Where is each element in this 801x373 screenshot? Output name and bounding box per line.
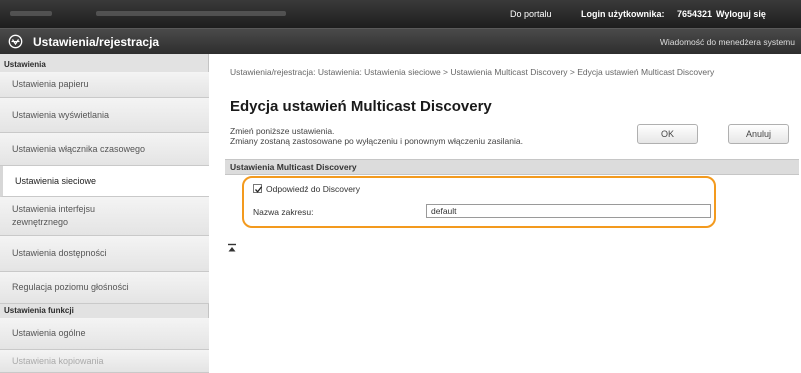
settings-registration-icon [8, 34, 23, 49]
logout-link[interactable]: Wyloguj się [716, 9, 766, 19]
description-line-1: Zmień poniższe ustawienia. [230, 126, 335, 136]
cancel-button[interactable]: Anuluj [728, 124, 789, 144]
system-manager-message-link[interactable]: Wiadomość do menedżera systemu [660, 37, 795, 47]
scope-name-label: Nazwa zakresu: [253, 207, 314, 217]
discovery-response-label: Odpowiedź do Discovery [266, 184, 361, 194]
section-header: Ustawienia Multicast Discovery [225, 159, 799, 175]
sidebar-item-volume[interactable]: Regulacja poziomu głośności [0, 272, 209, 304]
page-header-title: Ustawienia/rejestracja [33, 35, 160, 49]
sidebar-item-display[interactable]: Ustawienia wyświetlania [0, 98, 209, 133]
title-bar: Ustawienia/rejestracja Wiadomość do mene… [0, 28, 801, 54]
discovery-response-checkbox[interactable] [253, 184, 263, 193]
sidebar-item-paper[interactable]: Ustawienia papieru [0, 72, 209, 98]
sidebar-section-function-settings: Ustawienia funkcji [4, 306, 74, 315]
ok-button[interactable]: OK [637, 124, 698, 144]
sidebar-item-accessibility[interactable]: Ustawienia dostępności [0, 236, 209, 272]
sidebar-item-copy[interactable]: Ustawienia kopiowania [0, 350, 209, 373]
sidebar-item-network[interactable]: Ustawienia sieciowe [0, 166, 209, 197]
blurred-logo [10, 11, 52, 16]
description: Zmień poniższe ustawienia. Zmiany zostan… [230, 126, 523, 146]
top-header-bar: Do portalu Login użytkownika: 7654321 Wy… [0, 0, 801, 28]
checkmark-icon [255, 186, 263, 193]
section-title: Ustawienia Multicast Discovery [230, 162, 357, 172]
blurred-device-name [96, 11, 286, 16]
description-line-2: Zmiany zostaną zastosowane po wyłączeniu… [230, 136, 523, 146]
scope-name-input[interactable] [426, 204, 711, 218]
sidebar-item-external-interface[interactable]: Ustawienia interfejsu zewnętrznego [0, 197, 209, 236]
sidebar-item-timer[interactable]: Ustawienia włącznika czasowego [0, 133, 209, 166]
breadcrumb: Ustawienia/rejestracja: Ustawienia: Usta… [230, 67, 715, 77]
portal-link[interactable]: Do portalu [510, 9, 552, 19]
login-value: 7654321 [677, 9, 713, 19]
main-content: Ustawienia/rejestracja: Ustawienia: Usta… [209, 54, 801, 373]
collapse-to-top-icon[interactable] [227, 243, 237, 253]
sidebar-item-external-interface-label: Ustawienia interfejsu zewnętrznego [12, 204, 96, 227]
page-title: Edycja ustawień Multicast Discovery [230, 98, 492, 115]
sidebar: Ustawienia Ustawienia papieru Ustawienia… [0, 54, 209, 373]
login-label: Login użytkownika: [581, 9, 665, 19]
sidebar-section-settings: Ustawienia [4, 60, 46, 69]
sidebar-item-general[interactable]: Ustawienia ogólne [0, 318, 209, 350]
